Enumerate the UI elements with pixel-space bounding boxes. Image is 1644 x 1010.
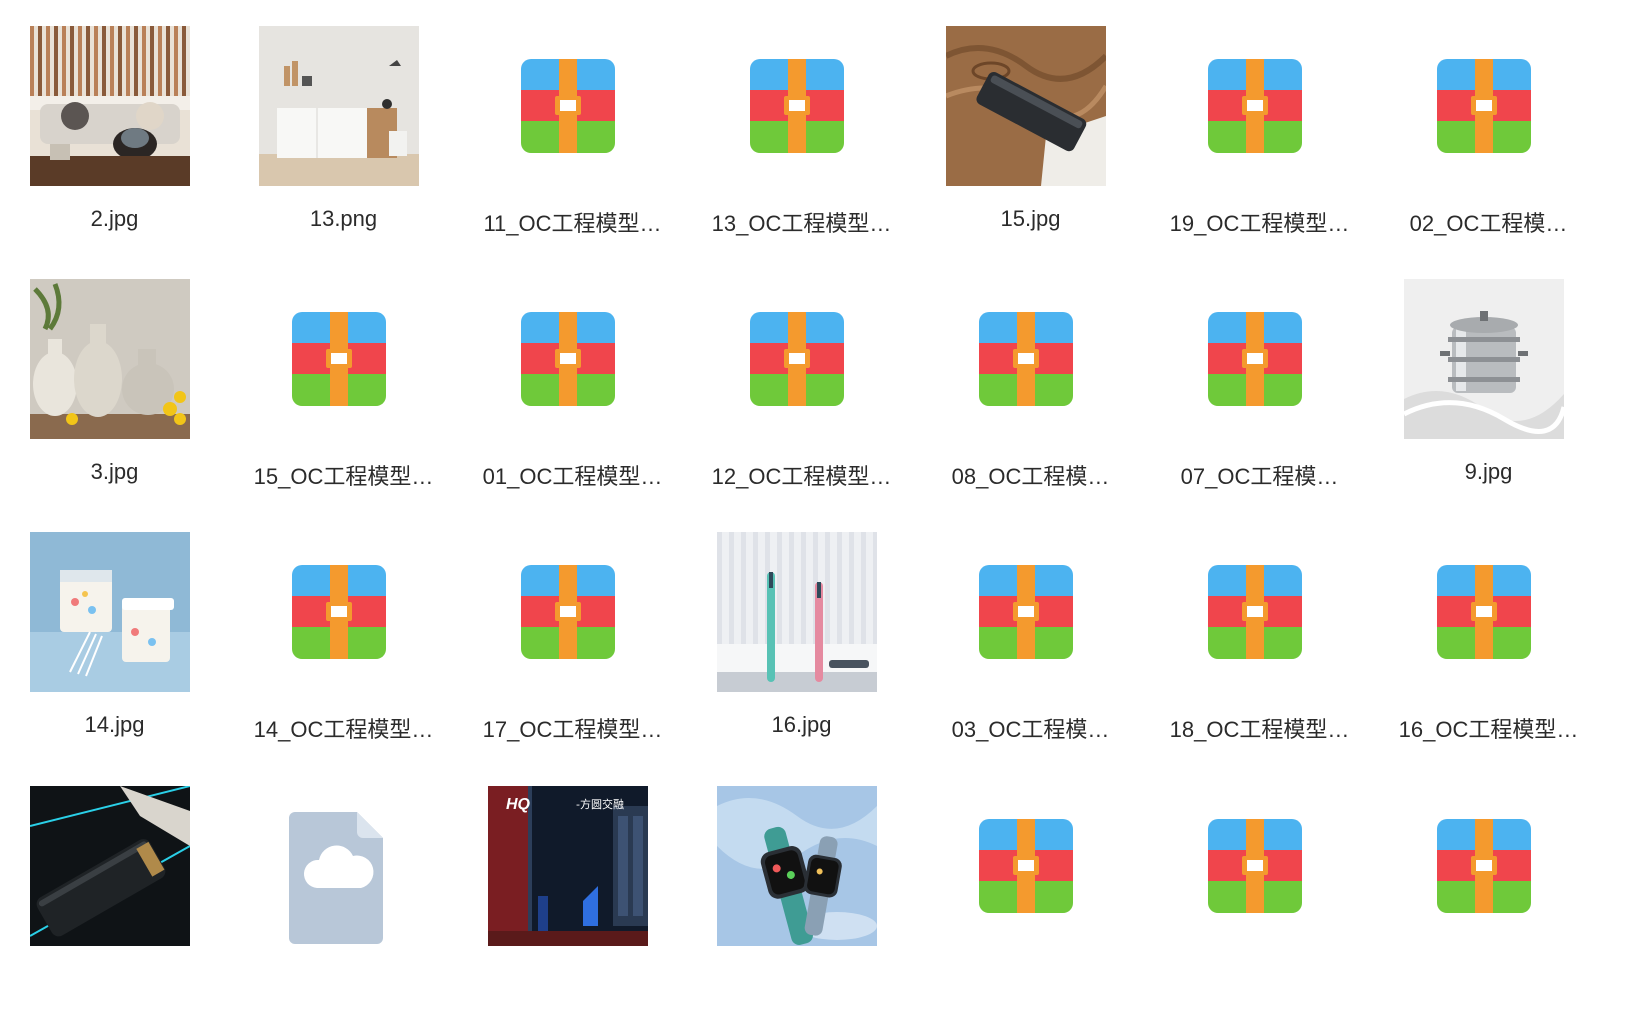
archive-icon bbox=[717, 279, 877, 439]
archive-icon bbox=[488, 279, 648, 439]
image-file-item[interactable] bbox=[0, 760, 229, 1010]
poster-brand-text: HQ bbox=[506, 796, 530, 813]
archive-file-item[interactable]: 01_OC工程模型… bbox=[458, 253, 687, 503]
file-name-label: 03_OC工程模… bbox=[951, 717, 1110, 742]
archive-icon bbox=[259, 532, 419, 692]
archive-file-item[interactable]: 07_OC工程模… bbox=[1145, 253, 1374, 503]
archive-icon bbox=[1175, 279, 1335, 439]
image-file-item[interactable]: 3.jpg bbox=[0, 253, 229, 503]
archive-icon bbox=[1175, 26, 1335, 186]
archive-file-item[interactable] bbox=[1374, 760, 1603, 1010]
file-thumbnail bbox=[30, 279, 190, 439]
archive-file-item[interactable]: 13_OC工程模型… bbox=[687, 0, 916, 250]
file-name-label: 14_OC工程模型… bbox=[253, 717, 434, 742]
archive-icon bbox=[946, 279, 1106, 439]
archive-file-item[interactable]: 12_OC工程模型… bbox=[687, 253, 916, 503]
archive-file-item[interactable]: 11_OC工程模型… bbox=[458, 0, 687, 250]
file-thumbnail bbox=[30, 532, 190, 692]
image-file-item[interactable]: 2.jpg bbox=[0, 0, 229, 250]
image-file-item[interactable]: HQ -方圆交融 bbox=[458, 760, 687, 1010]
image-file-item[interactable]: 15.jpg bbox=[916, 0, 1145, 250]
file-thumbnail bbox=[259, 26, 419, 186]
file-name-label: 13_OC工程模型… bbox=[711, 211, 892, 236]
archive-file-item[interactable] bbox=[1145, 760, 1374, 1010]
file-name-label: 16_OC工程模型… bbox=[1398, 717, 1579, 742]
file-thumbnail: HQ -方圆交融 bbox=[488, 786, 648, 946]
file-thumbnail bbox=[30, 786, 190, 946]
file-name-label: 15_OC工程模型… bbox=[253, 464, 434, 489]
file-name-label: 08_OC工程模… bbox=[951, 464, 1110, 489]
file-name-label: 13.png bbox=[309, 206, 378, 231]
image-file-item[interactable]: 9.jpg bbox=[1374, 253, 1603, 503]
archive-icon bbox=[1404, 786, 1564, 946]
file-thumbnail bbox=[946, 26, 1106, 186]
file-name-label: 2.jpg bbox=[90, 206, 139, 231]
poster-heading-text: -方圆交融 bbox=[576, 798, 624, 811]
archive-icon bbox=[1175, 786, 1335, 946]
image-file-item[interactable]: 13.png bbox=[229, 0, 458, 250]
archive-icon bbox=[946, 786, 1106, 946]
file-thumbnail bbox=[717, 532, 877, 692]
archive-file-item[interactable]: 14_OC工程模型… bbox=[229, 506, 458, 756]
file-name-label: 9.jpg bbox=[1464, 459, 1513, 484]
file-grid: 2.jpg 13.png 11_OC工程模型… 13_OC工程模型… 15.jp… bbox=[0, 0, 1644, 964]
image-file-item[interactable]: 14.jpg bbox=[0, 506, 229, 756]
archive-file-item[interactable]: 16_OC工程模型… bbox=[1374, 506, 1603, 756]
file-name-label: 17_OC工程模型… bbox=[482, 717, 663, 742]
archive-icon bbox=[1404, 26, 1564, 186]
archive-file-item[interactable]: 17_OC工程模型… bbox=[458, 506, 687, 756]
file-name-label: 15.jpg bbox=[1000, 206, 1061, 231]
archive-file-item[interactable]: 19_OC工程模型… bbox=[1145, 0, 1374, 250]
archive-icon bbox=[259, 279, 419, 439]
file-name-label: 07_OC工程模… bbox=[1180, 464, 1339, 489]
file-thumbnail bbox=[1404, 279, 1564, 439]
archive-file-item[interactable]: 15_OC工程模型… bbox=[229, 253, 458, 503]
archive-icon bbox=[488, 26, 648, 186]
archive-file-item[interactable]: 02_OC工程模… bbox=[1374, 0, 1603, 250]
archive-icon bbox=[946, 532, 1106, 692]
cloud-file-item[interactable] bbox=[229, 760, 458, 1010]
file-name-label: 16.jpg bbox=[771, 712, 832, 737]
file-name-label: 19_OC工程模型… bbox=[1169, 211, 1350, 236]
file-name-label: 14.jpg bbox=[84, 712, 145, 737]
file-thumbnail bbox=[717, 786, 877, 946]
archive-icon bbox=[1404, 532, 1564, 692]
file-name-label: 02_OC工程模… bbox=[1409, 211, 1568, 236]
archive-file-item[interactable] bbox=[916, 760, 1145, 1010]
archive-icon bbox=[1175, 532, 1335, 692]
archive-icon bbox=[488, 532, 648, 692]
archive-file-item[interactable]: 08_OC工程模… bbox=[916, 253, 1145, 503]
archive-icon bbox=[717, 26, 877, 186]
archive-file-item[interactable]: 03_OC工程模… bbox=[916, 506, 1145, 756]
cloud-file-icon bbox=[259, 786, 419, 946]
file-name-label: 12_OC工程模型… bbox=[711, 464, 892, 489]
file-name-label: 3.jpg bbox=[90, 459, 139, 484]
file-name-label: 01_OC工程模型… bbox=[482, 464, 663, 489]
image-file-item[interactable] bbox=[687, 760, 916, 1010]
file-name-label: 18_OC工程模型… bbox=[1169, 717, 1350, 742]
image-file-item[interactable]: 16.jpg bbox=[687, 506, 916, 756]
archive-file-item[interactable]: 18_OC工程模型… bbox=[1145, 506, 1374, 756]
file-name-label: 11_OC工程模型… bbox=[483, 211, 662, 236]
file-thumbnail bbox=[30, 26, 190, 186]
